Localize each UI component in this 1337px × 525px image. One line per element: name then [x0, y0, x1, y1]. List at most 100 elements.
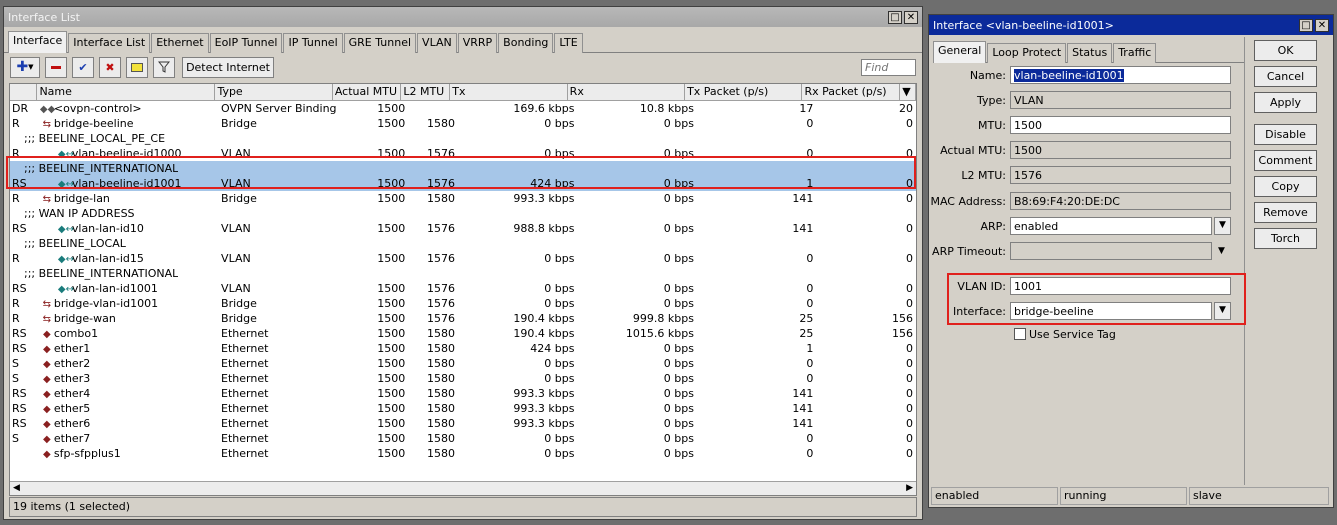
add-button[interactable]: ✚ ▼ — [10, 56, 40, 78]
table-row[interactable]: S ◆ ether3 Ethernet 1500 1580 0 bps 0 bps 0 0 — [10, 371, 916, 386]
find-input[interactable] — [861, 58, 916, 76]
remove-button[interactable]: Remove — [1254, 202, 1317, 223]
tab-gre-tunnel[interactable]: GRE Tunnel — [343, 33, 417, 53]
header-rx[interactable]: Rx — [568, 84, 686, 100]
header-actual-mtu[interactable]: Actual MTU — [333, 84, 402, 100]
cell-flag: S — [12, 432, 19, 445]
column-menu-icon[interactable]: ▼ — [900, 84, 916, 100]
enable-button[interactable]: ✔ — [72, 56, 94, 78]
table-row[interactable]: RS ◆ ether1 Ethernet 1500 1580 424 bps 0 bps 1 0 — [10, 341, 916, 356]
header-tx[interactable]: Tx — [450, 84, 568, 100]
row-comment: ;;; WAN IP ADDRESS — [24, 207, 135, 220]
cell-flag: RS — [12, 327, 27, 340]
table-row[interactable]: S ◆ ether2 Ethernet 1500 1580 0 bps 0 bps 0 0 — [10, 356, 916, 371]
comment-row[interactable]: ;;; BEELINE_INTERNATIONAL — [10, 266, 916, 281]
apply-button[interactable]: Apply — [1254, 92, 1317, 113]
header-name[interactable]: Name — [37, 84, 216, 100]
cell-l2: 1580 — [427, 117, 455, 130]
horizontal-scrollbar[interactable]: ◀ ▶ — [10, 481, 916, 495]
scroll-left-icon[interactable]: ◀ — [13, 483, 20, 493]
remove-button[interactable] — [45, 56, 67, 78]
comment-row[interactable]: ;;; WAN IP ADDRESS — [10, 206, 916, 221]
tab-ethernet[interactable]: Ethernet — [151, 33, 209, 53]
cell-rxp: 0 — [905, 342, 913, 355]
vlan-icon: ◆↔ — [57, 224, 74, 235]
interface-list-titlebar[interactable]: Interface List □ ✕ — [4, 7, 922, 27]
disable-button[interactable]: Disable — [1254, 124, 1317, 145]
table-row[interactable]: RS ◆ ether6 Ethernet 1500 1580 993.3 kbps 0 bps… — [10, 416, 916, 431]
interface-name: ether5 — [53, 402, 91, 415]
table-row[interactable]: RS ◆↔vlan-lan-id1001 VLAN 1500 1576 0 bps 0 bp… — [10, 281, 916, 296]
close-icon[interactable]: ✕ — [1315, 18, 1329, 32]
comment-button[interactable]: Comment — [1254, 150, 1317, 171]
header-l2-mtu[interactable]: L2 MTU — [401, 84, 451, 100]
cell-mtu: 1500 — [377, 327, 406, 340]
table-row[interactable]: ◆ sfp-sfpplus1 Ethernet 1500 1580 0 bps 0 bps 0… — [10, 446, 916, 461]
interface-name: <ovpn-control> — [53, 102, 142, 115]
tab-ip-tunnel[interactable]: IP Tunnel — [283, 33, 343, 53]
tab-lte[interactable]: LTE — [554, 33, 583, 53]
scroll-right-icon[interactable]: ▶ — [906, 483, 913, 493]
mac-label: MAC Address: — [930, 194, 1006, 208]
table-row[interactable]: R ⇆ bridge-beeline Bridge 1500 1580 0 bps 0 bps… — [10, 116, 916, 131]
service-tag-checkbox[interactable] — [1014, 328, 1026, 340]
table-row[interactable]: R ⇆ bridge-lan Bridge 1500 1580 993.3 kbps 0 bp… — [10, 191, 916, 206]
cell-rx: 0 bps — [663, 222, 694, 235]
close-icon[interactable]: ✕ — [904, 10, 918, 24]
maximize-icon[interactable]: □ — [1299, 18, 1313, 32]
cell-l2: 1576 — [427, 252, 455, 265]
tab-vlan[interactable]: VLAN — [417, 33, 457, 53]
tab-bonding[interactable]: Bonding — [498, 33, 554, 53]
cell-flag: R — [12, 252, 20, 265]
table-row[interactable]: S ◆ ether7 Ethernet 1500 1580 0 bps 0 bps 0 0 — [10, 431, 916, 446]
table-row[interactable]: DR ◆◆<ovpn-control> OVPN Server Binding 150… — [10, 101, 916, 116]
comment-row[interactable]: ;;; BEELINE_LOCAL_PE_CE — [10, 131, 916, 146]
tab-interface-list[interactable]: Interface List — [68, 33, 151, 53]
chevron-down-icon[interactable]: ▼ — [1214, 217, 1231, 235]
cell-rxp: 0 — [905, 387, 913, 400]
ethernet-icon: ◆ — [43, 329, 51, 340]
torch-button[interactable]: Torch — [1254, 228, 1317, 249]
ethernet-icon: ◆ — [43, 344, 51, 355]
comment-row[interactable]: ;;; BEELINE_LOCAL — [10, 236, 916, 251]
comment-button[interactable] — [126, 56, 148, 78]
filter-button[interactable] — [153, 56, 175, 78]
mtu-field[interactable]: 1500 — [1010, 116, 1231, 134]
cell-rxp: 0 — [905, 297, 913, 310]
table-row[interactable]: RS ◆ combo1 Ethernet 1500 1580 190.4 kbps 1015.… — [10, 326, 916, 341]
tab-vrrp[interactable]: VRRP — [457, 33, 498, 53]
table-row[interactable]: RS ◆ ether5 Ethernet 1500 1580 993.3 kbps 0 bps… — [10, 401, 916, 416]
table-row[interactable]: R ⇆ bridge-vlan-id1001 Bridge 1500 1576 0 bps 0… — [10, 296, 916, 311]
cell-flag: R — [12, 192, 20, 205]
table-row[interactable]: R ⇆ bridge-wan Bridge 1500 1576 190.4 kbps 999.… — [10, 311, 916, 326]
arp-select[interactable]: enabled — [1010, 217, 1212, 235]
vlan-icon: ◆↔ — [57, 254, 74, 265]
header-tx-packet-p-s-[interactable]: Tx Packet (p/s) — [685, 84, 803, 100]
disable-button[interactable]: ✖ — [99, 56, 121, 78]
cell-type: VLAN — [221, 222, 251, 235]
tab-eoip-tunnel[interactable]: EoIP Tunnel — [209, 33, 283, 53]
copy-button[interactable]: Copy — [1254, 176, 1317, 197]
cell-tx: 0 bps — [544, 282, 575, 295]
cell-txp: 141 — [792, 387, 814, 400]
arp-timeout-field[interactable] — [1010, 242, 1212, 260]
type-label: Type: — [977, 93, 1006, 107]
table-row[interactable]: RS ◆ ether4 Ethernet 1500 1580 993.3 kbps 0 bps… — [10, 386, 916, 401]
cell-name: ◆ ether1 — [38, 341, 219, 356]
chevron-down-icon[interactable]: ▼ — [1218, 246, 1225, 256]
cell-txp: 1 — [806, 342, 814, 355]
cancel-button[interactable]: Cancel — [1254, 66, 1317, 87]
interface-name: ether1 — [53, 342, 91, 355]
cell-tx: 0 bps — [544, 372, 575, 385]
table-row[interactable]: RS ◆↔vlan-lan-id10 VLAN 1500 1576 988.8 kbps 0… — [10, 221, 916, 236]
name-field[interactable]: vlan-beeline-id1001 — [1010, 66, 1231, 84]
detect-internet-button[interactable]: Detect Internet — [182, 56, 274, 78]
table-row[interactable]: R ◆↔vlan-lan-id15 VLAN 1500 1576 0 bps 0 bps 0 0 — [10, 251, 916, 266]
tab-interface[interactable]: Interface — [8, 31, 68, 53]
maximize-icon[interactable]: □ — [888, 10, 902, 24]
header-type[interactable]: Type — [215, 84, 333, 100]
header-rx-packet-p-s-[interactable]: Rx Packet (p/s) — [802, 84, 901, 100]
cell-flag: S — [12, 357, 19, 370]
ok-button[interactable]: OK — [1254, 40, 1317, 61]
cell-name: ◆ ether2 — [38, 356, 219, 371]
